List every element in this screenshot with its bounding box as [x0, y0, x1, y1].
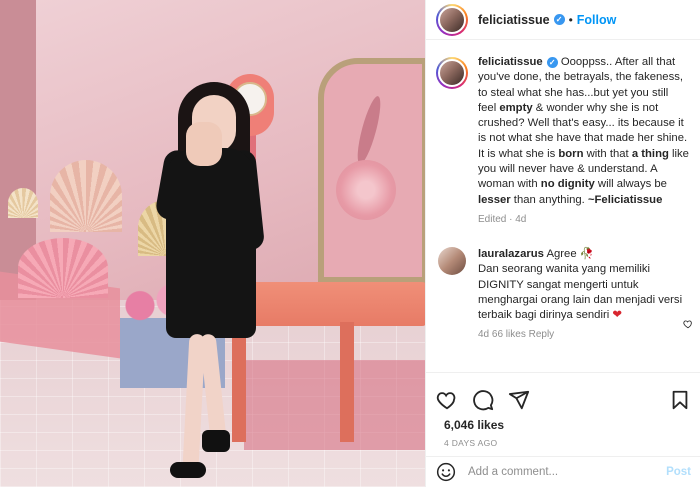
person-shoe: [170, 462, 206, 478]
person-shoe: [202, 430, 230, 452]
comment-text: lauralazarus Agree 🥀 Dan seorang wanita y…: [478, 247, 691, 323]
caption-part: will always be: [594, 178, 667, 191]
caption-row: feliciatissue ✓ Oooppss.. After all that …: [436, 55, 691, 208]
photo-bench: [228, 282, 425, 326]
header-username[interactable]: feliciatissue: [478, 13, 550, 27]
verified-check-icon: ✓: [546, 57, 558, 68]
caption-text: feliciatissue ✓ Oooppss.. After all that …: [478, 55, 689, 208]
heart-icon[interactable]: [436, 389, 458, 411]
post-header: feliciatissue ✓ • Follow: [426, 0, 700, 40]
avatar[interactable]: [436, 57, 468, 89]
comment-input[interactable]: [468, 466, 638, 478]
photo-bench-leg: [340, 322, 354, 442]
caption-bold: lesser: [478, 193, 511, 206]
person-dress: [166, 148, 256, 338]
photo-bench-base: [244, 360, 425, 450]
photo-bench-leg: [232, 322, 246, 442]
paper-fan-decoration: [50, 160, 122, 232]
caption-meta: Edited · 4d: [478, 213, 527, 225]
post-photo[interactable]: [0, 0, 425, 487]
post-comment-button[interactable]: Post: [666, 466, 691, 478]
post-side-panel: feliciatissue ✓ • Follow feliciatissue ✓ …: [425, 0, 700, 487]
action-bar: [426, 372, 700, 416]
comment-row: lauralazarus Agree 🥀 Dan seorang wanita y…: [436, 246, 692, 329]
avatar-image: [438, 5, 466, 34]
caption-signature: ~Feliciatissue: [587, 193, 663, 206]
comment-icon[interactable]: [472, 389, 494, 411]
like-count[interactable]: 6,046 likes: [444, 418, 504, 432]
like-comment-heart-icon[interactable]: [683, 319, 693, 329]
caption-part: with that: [583, 147, 632, 160]
caption-username[interactable]: feliciatissue: [478, 56, 543, 68]
caption-bold: empty: [499, 101, 533, 114]
comments-section[interactable]: feliciatissue ✓ Oooppss.. After all that …: [426, 41, 700, 372]
caption-bold: no dignity: [540, 178, 595, 191]
comment-body: Dan seorang wanita yang memiliki DIGNITY…: [478, 263, 683, 322]
avatar[interactable]: [438, 246, 466, 275]
post-date[interactable]: 4 DAYS AGO: [444, 438, 497, 448]
emoji-icon[interactable]: [436, 462, 456, 482]
wilted-flower-emoji: 🥀: [579, 247, 594, 260]
avatar-image: [438, 59, 466, 87]
photo-flower-decoration: [336, 160, 396, 220]
verified-check-icon: ✓: [553, 14, 565, 25]
red-heart-emoji: ❤: [612, 309, 622, 322]
comment-time: 4d: [478, 329, 490, 341]
paper-fan-decoration: [18, 238, 108, 298]
share-icon[interactable]: [508, 389, 530, 411]
comment-meta: 4d 66 likes Reply: [478, 329, 691, 340]
comment-likes[interactable]: 66 likes: [492, 329, 526, 340]
paper-fan-decoration: [8, 188, 38, 218]
bookmark-icon[interactable]: [669, 389, 691, 411]
comment-username[interactable]: lauralazarus: [478, 248, 544, 260]
caption-bold: born: [558, 147, 584, 160]
comment-first-line: Agree: [546, 247, 577, 260]
caption-part: than anything.: [510, 193, 588, 206]
avatar[interactable]: [436, 3, 468, 36]
follow-button[interactable]: Follow: [577, 13, 617, 27]
add-comment-bar: Post: [426, 456, 700, 487]
caption-bold: a thing: [631, 147, 669, 160]
header-separator: •: [568, 12, 573, 27]
reply-button[interactable]: Reply: [529, 329, 555, 340]
person-hands: [186, 122, 222, 166]
